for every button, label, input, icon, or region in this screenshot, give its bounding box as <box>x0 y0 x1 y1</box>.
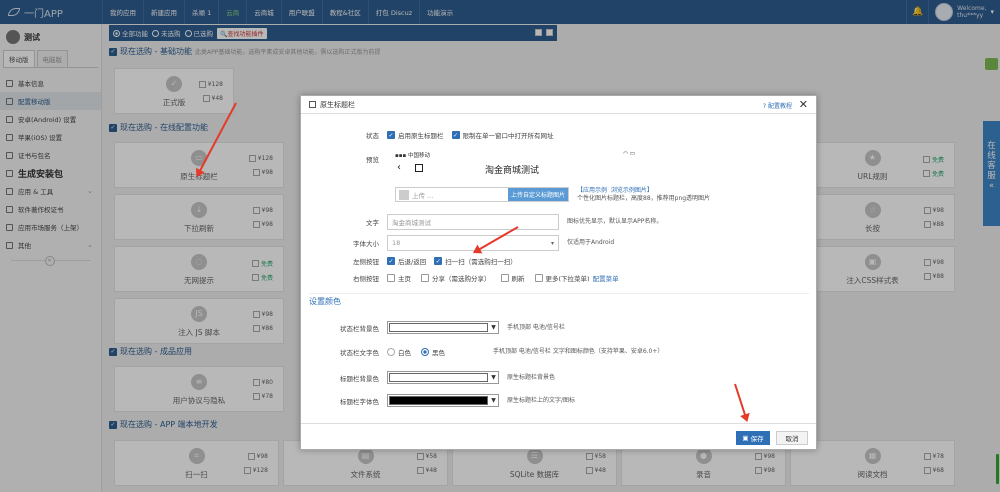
statusbar-bg-color-picker[interactable]: ▼ <box>387 321 499 334</box>
status-label: 状态 <box>366 132 379 140</box>
upload-note: 个性化图片标题栏，高度88，推荐用png透明图片 <box>577 195 711 202</box>
window-icon <box>309 101 316 108</box>
single-window-label: 限制在单一窗口中打开所有网址 <box>462 132 554 140</box>
save-label: 保存 <box>750 435 764 443</box>
preview-row: 预览 <box>301 154 387 164</box>
section-divider <box>309 293 809 294</box>
cancel-button[interactable]: 取消 <box>776 431 808 445</box>
statusbar-text-row: 状态栏文字色 白色 黑色 手机顶部 电池/信号栏 文字和图标颜色（支持苹果、安卓… <box>301 347 663 357</box>
titlebar-font-row: 标题栏字体色 ▼ 原生标题栏上的文字/图标 <box>301 394 575 407</box>
checkbox-more[interactable] <box>534 274 543 282</box>
refresh-option-label: 刷新 <box>511 275 525 283</box>
chevron-down-icon: ▼ <box>491 324 496 331</box>
scan-option-label: 扫一扫（需选购扫一扫） <box>445 258 517 266</box>
dialog-title: 原生标题栏 <box>320 100 355 109</box>
checkbox-back[interactable]: ✓ <box>387 257 395 265</box>
color-swatch <box>389 323 488 332</box>
titlebar-font-note: 原生标题栏上的文字/图标 <box>507 396 576 404</box>
chevron-down-icon: ▾ <box>550 239 554 247</box>
fontsize-label: 字体大小 <box>353 240 379 248</box>
checkbox-share[interactable] <box>421 274 429 282</box>
color-section-title: 设置颜色 <box>309 297 341 306</box>
fontsize-value: 18 <box>392 239 401 247</box>
checkbox-enable-titlebar[interactable]: ✓ <box>387 131 395 139</box>
config-menu-link[interactable]: 配置菜单 <box>593 273 619 283</box>
scan-icon <box>415 164 423 172</box>
chevron-down-icon: ▼ <box>491 397 496 404</box>
status-row: 状态 ✓ 启用原生标题栏 ✓ 限制在单一窗口中打开所有网址 <box>301 130 554 140</box>
titlebar-font-label: 标题栏字体色 <box>340 397 379 406</box>
fontsize-row: 字体大小 18 ▾ 仅适用于Android <box>301 235 614 251</box>
upload-placeholder: 上传 ... <box>412 191 434 200</box>
wifi-battery-icon: ◠ ▭ <box>623 151 635 157</box>
fontsize-note: 仅适用于Android <box>567 239 615 246</box>
enable-titlebar-label: 启用原生标题栏 <box>398 132 444 140</box>
white-option-label: 白色 <box>398 349 411 357</box>
checkbox-single-window[interactable]: ✓ <box>451 131 460 139</box>
back-arrow-icon: ‹ <box>397 162 401 173</box>
carrier-text: 中国移动 <box>407 153 430 159</box>
title-text-input[interactable]: 淘金商城测试 <box>387 214 559 230</box>
left-button-label: 左侧按钮 <box>353 258 379 266</box>
text-row: 文字 淘金商城测试 图标优先显示，默认显示APP名称。 <box>301 214 662 230</box>
app-example-link[interactable]: 【应用示例 <box>577 187 607 194</box>
preview-title: 淘金商城测试 <box>485 166 540 176</box>
radio-white[interactable] <box>387 348 395 356</box>
statusbar-text-note: 手机顶部 电池/信号栏 文字和图标颜色（支持苹果、安卓6.0+） <box>493 348 664 355</box>
radio-black[interactable] <box>421 348 429 356</box>
checkbox-home[interactable] <box>387 274 395 282</box>
statusbar-bg-note: 手机顶部 电池/信号栏 <box>507 323 565 331</box>
right-button-row: 右侧按钮 主页 分享（需选购分享） 刷新 更多(下拉菜单) 配置菜单 <box>301 273 619 283</box>
dialog-footer: ▣ 保存 取消 <box>301 423 816 449</box>
titlebar-preview: ▪▪▪ 中国移动 ◠ ▭ ‹ 淘金商城测试 <box>395 151 635 181</box>
titlebar-bg-label: 标题栏背景色 <box>340 374 379 383</box>
titlebar-font-color-picker[interactable]: ▼ <box>387 394 499 407</box>
more-option-label: 更多(下拉菜单) <box>545 275 590 283</box>
image-icon <box>399 189 409 200</box>
help-link[interactable]: ? 配置教程 <box>763 101 792 110</box>
title-image-upload: 上传 ... 上传自定义标题图片 <box>395 187 569 202</box>
titlebar-bg-note: 原生标题栏背景色 <box>507 373 556 381</box>
statusbar-bg-label: 状态栏背景色 <box>340 324 379 333</box>
right-button-label: 右侧按钮 <box>353 275 379 283</box>
black-option-label: 黑色 <box>432 349 445 357</box>
titlebar-bg-row: 标题栏背景色 ▼ 原生标题栏背景色 <box>301 371 555 384</box>
save-button[interactable]: ▣ 保存 <box>736 431 770 445</box>
phone-status-bar: ▪▪▪ 中国移动 ◠ ▭ <box>395 151 635 159</box>
color-swatch <box>389 373 488 382</box>
chevron-down-icon: ▼ <box>491 374 496 381</box>
home-option-label: 主页 <box>398 275 411 283</box>
upload-notes: 【应用示例 浏览示例图片】 个性化图片标题栏，高度88，推荐用png透明图片 <box>577 187 710 203</box>
dialog-header: 原生标题栏 ? 配置教程 ✕ <box>301 96 816 114</box>
text-note: 图标优先显示，默认显示APP名称。 <box>567 218 663 225</box>
signal-icon: ▪▪▪ <box>395 153 407 159</box>
close-icon[interactable]: ✕ <box>799 98 808 111</box>
statusbar-bg-row: 状态栏背景色 ▼ 手机顶部 电池/信号栏 <box>301 321 565 334</box>
checkbox-refresh[interactable] <box>500 274 509 282</box>
checkbox-scan[interactable]: ✓ <box>434 257 443 265</box>
save-icon: ▣ <box>742 434 749 442</box>
share-option-label: 分享（需选购分享） <box>432 275 491 283</box>
titlebar-bg-color-picker[interactable]: ▼ <box>387 371 499 384</box>
statusbar-text-label: 状态栏文字色 <box>340 349 379 357</box>
left-button-row: 左侧按钮 ✓ 后退/返回 ✓ 扫一扫（需选购扫一扫） <box>301 256 517 266</box>
text-label: 文字 <box>366 219 379 227</box>
upload-title-image-button[interactable]: 上传自定义标题图片 <box>507 188 568 201</box>
color-swatch <box>389 396 488 405</box>
example-image-link[interactable]: 浏览示例图片】 <box>611 187 653 194</box>
preview-label: 预览 <box>366 156 379 164</box>
back-option-label: 后退/返回 <box>398 258 427 266</box>
